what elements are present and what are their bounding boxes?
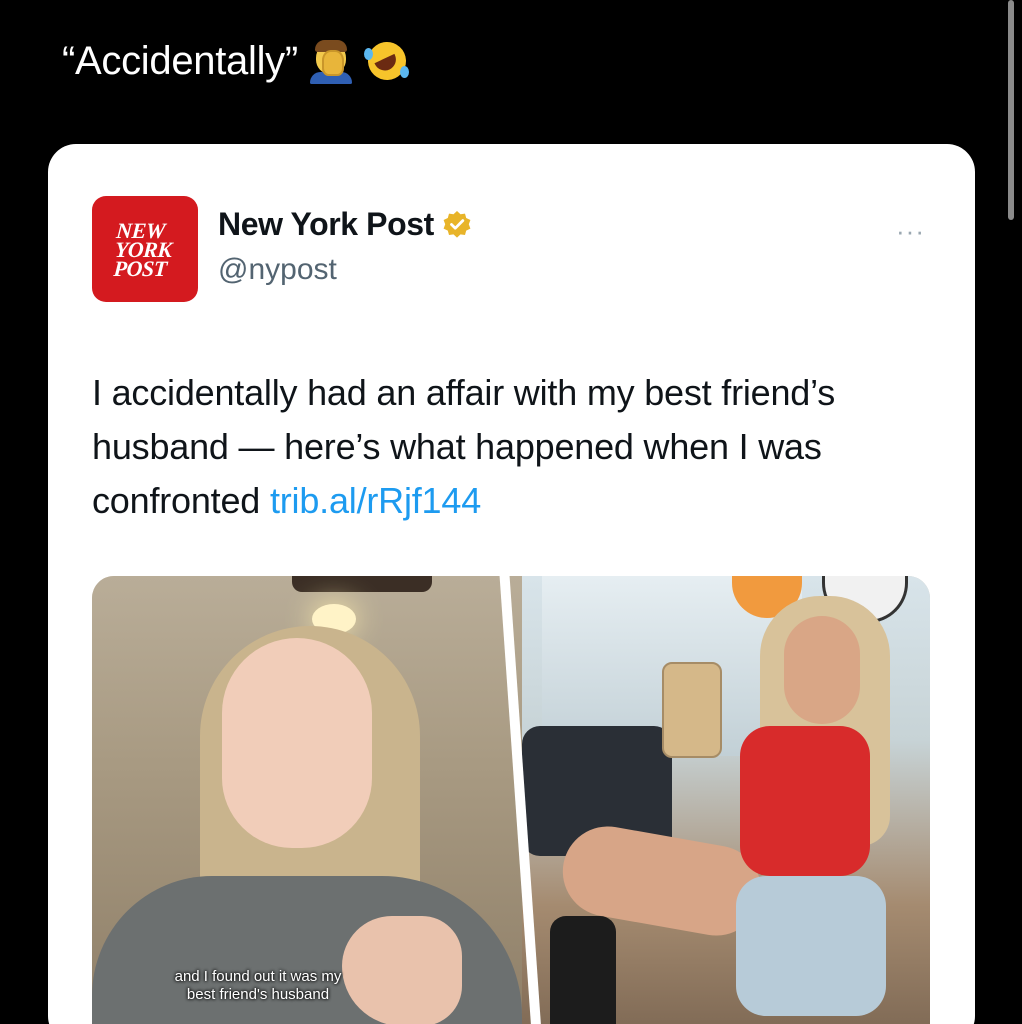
display-name-text[interactable]: New York Post (218, 206, 434, 243)
media-image-right[interactable] (522, 576, 930, 1024)
tweet-text: I accidentally had an affair with my bes… (92, 366, 932, 528)
account-handle[interactable]: @nypost (218, 253, 472, 287)
screen: “Accidentally” NEW YORK POST New York Po… (0, 0, 1022, 1024)
avatar[interactable]: NEW YORK POST (92, 196, 198, 302)
account-info: New York Post @nypost (218, 206, 472, 287)
caption-text: “Accidentally” (62, 38, 298, 83)
embedded-tweet-card[interactable]: NEW YORK POST New York Post @nypost ··· … (48, 144, 975, 1024)
post-caption: “Accidentally” (62, 35, 413, 87)
verified-badge-icon (442, 210, 472, 240)
video-subtitle: and I found out it was my best friend's … (174, 968, 342, 1003)
scrollbar[interactable] (1008, 0, 1014, 220)
media-image-left[interactable]: and I found out it was my best friend's … (92, 576, 522, 1024)
tweet-media[interactable]: and I found out it was my best friend's … (92, 576, 930, 1024)
tweet-link[interactable]: trib.al/rRjf144 (270, 480, 481, 521)
more-options-icon[interactable]: ··· (896, 216, 925, 247)
facepalm-emoji-icon (308, 38, 354, 84)
new-york-post-logo: NEW YORK POST (112, 217, 173, 281)
rolling-on-floor-laughing-emoji-icon (361, 35, 413, 87)
display-name[interactable]: New York Post (218, 206, 472, 243)
